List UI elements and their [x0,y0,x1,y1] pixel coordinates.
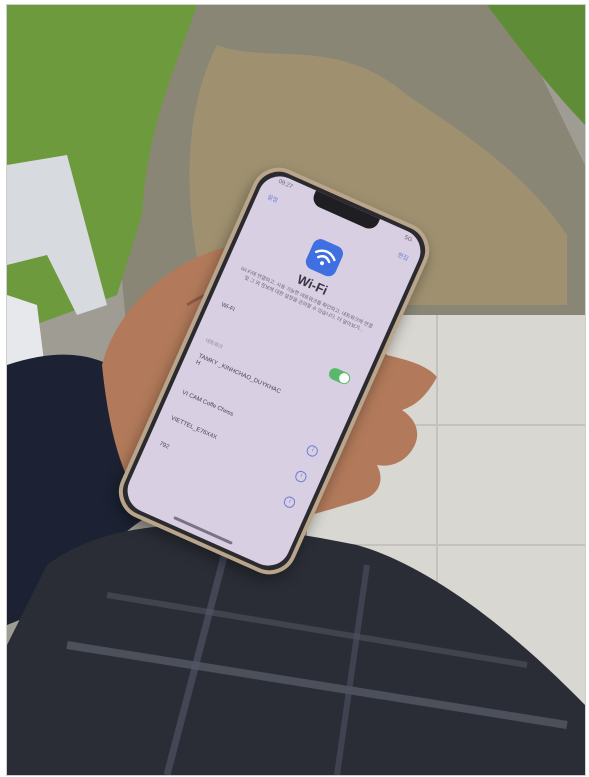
wifi-app-icon [303,236,346,279]
edit-button[interactable]: 편집 [396,250,410,263]
toggle-switch[interactable] [327,366,353,387]
wifi-label: Wi-Fi [220,302,236,314]
network-name[interactable]: VIETTEL_E76X4X [170,415,218,441]
wifi-icon [314,249,336,266]
back-button[interactable]: 설정 [266,192,280,204]
info-icon[interactable]: i [305,443,320,459]
info-icon[interactable]: i [282,494,297,510]
network-name[interactable]: 792 [158,441,170,451]
status-network: 5G [403,234,414,244]
network-name[interactable]: VI CAM Coffe Chess [181,390,234,418]
photo-frame: 09:27 5G 설정 편집 Wi-Fi Wi-Fi에 연결하고, 사용 가능한… [6,4,586,776]
network-section-label: 네트워크 [204,337,224,351]
info-icon[interactable]: i [293,469,309,484]
network-name[interactable]: TAMKY _KINHCHAO_DUYKHAC H [194,353,282,402]
status-time: 09:27 [277,178,294,191]
